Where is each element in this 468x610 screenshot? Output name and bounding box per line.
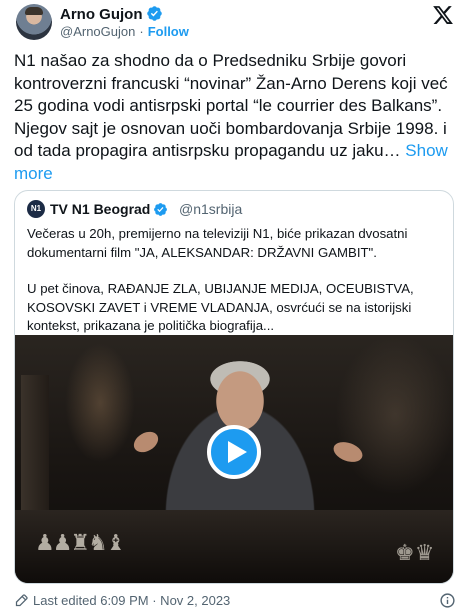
x-logo-icon[interactable]: [432, 4, 454, 26]
tweet-footer: Last edited 6:09 PM · Nov 2, 2023: [14, 592, 456, 610]
author-name-row[interactable]: Arno Gujon: [60, 5, 163, 26]
tweet-text: N1 našao za shodno da o Predsedniku Srbi…: [14, 50, 460, 186]
quoted-author-name-row: TV N1 Beograd: [50, 201, 168, 220]
edit-pencil-icon: [15, 594, 28, 607]
follow-button[interactable]: Follow: [148, 24, 189, 39]
quoted-author-avatar: N1: [27, 200, 45, 218]
video-background-light: [335, 335, 453, 495]
last-edited-timestamp[interactable]: Last edited 6:09 PM · Nov 2, 2023: [33, 593, 230, 608]
verified-badge-icon: [153, 202, 168, 220]
info-icon[interactable]: [439, 592, 456, 609]
author-handle-row: @ArnoGujon · Follow: [60, 24, 189, 39]
chess-pieces: ♟♟♜♞♝: [35, 530, 126, 555]
quoted-author-handle: @n1srbija: [179, 201, 243, 217]
quoted-author-name: TV N1 Beograd: [50, 201, 151, 217]
quoted-paragraph-2: U pet činova, RAĐANJE ZLA, UBIJANJE MEDI…: [27, 281, 414, 333]
author-avatar[interactable]: [16, 4, 52, 40]
chess-pieces: ♚♛: [395, 540, 435, 565]
play-icon: [228, 441, 247, 463]
verified-badge-icon: [146, 5, 163, 26]
video-background-light: [65, 343, 135, 463]
quoted-paragraph-1: Večeras u 20h, premijerno na televiziji …: [27, 226, 408, 260]
author-name[interactable]: Arno Gujon: [60, 6, 143, 23]
quoted-tweet[interactable]: N1 TV N1 Beograd @n1srbija Večeras u 20h…: [14, 190, 454, 584]
tweet-header: Arno Gujon @ArnoGujon · Follow: [16, 4, 454, 40]
video-player[interactable]: ♟♟♜♞♝ ♚♛: [15, 335, 453, 583]
author-handle[interactable]: @ArnoGujon: [60, 24, 135, 39]
tweet-body: N1 našao za shodno da o Predsedniku Srbi…: [14, 51, 448, 161]
separator-dot: ·: [139, 24, 144, 39]
play-button[interactable]: [207, 425, 261, 479]
